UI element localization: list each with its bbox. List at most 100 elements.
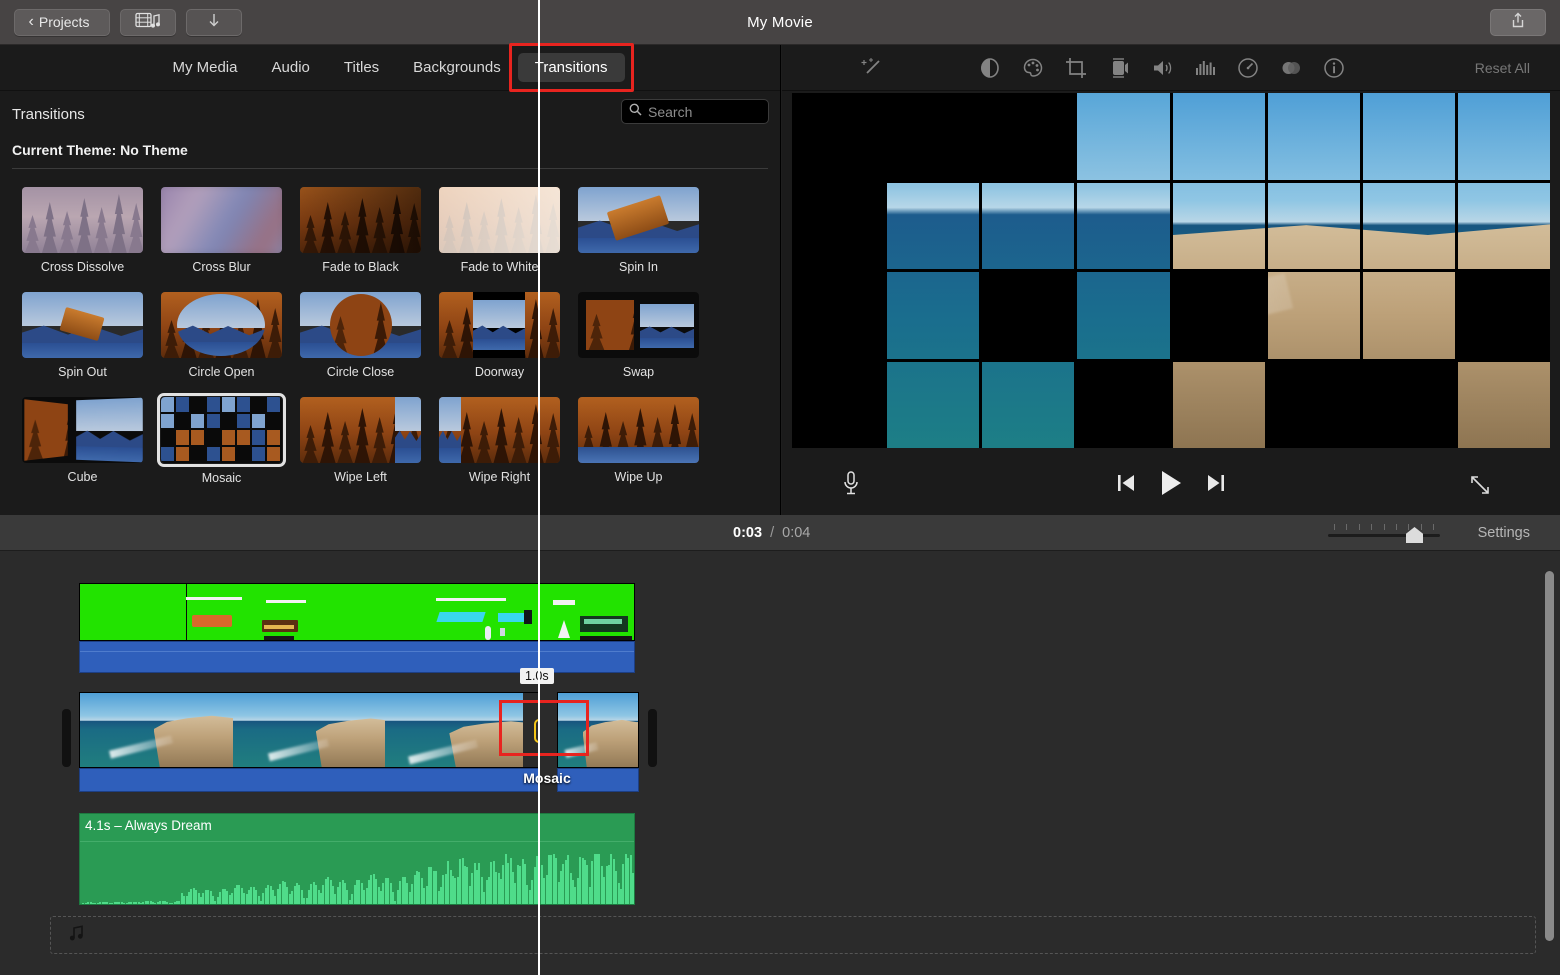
clip-split-line xyxy=(186,584,187,640)
total-time: 0:04 xyxy=(782,525,811,541)
transition-item-circle-close[interactable]: Circle Close xyxy=(300,292,421,379)
timeline-toolbar: 0:03 / 0:04 Settings xyxy=(0,515,1560,551)
timeline-settings-button[interactable]: Settings xyxy=(1478,525,1530,541)
transition-label: Cross Blur xyxy=(192,260,251,274)
transport-buttons xyxy=(1116,468,1226,503)
transition-thumbnail xyxy=(578,292,699,358)
video-preview[interactable] xyxy=(792,93,1550,448)
fullscreen-button[interactable] xyxy=(1468,473,1492,502)
clip-graphic xyxy=(553,600,575,605)
transition-item-wipe-up[interactable]: Wipe Up xyxy=(578,397,699,485)
tab-backgrounds[interactable]: Backgrounds xyxy=(396,53,518,82)
color-balance-icon[interactable] xyxy=(978,56,1002,80)
mosaic-tile xyxy=(1267,182,1360,269)
volume-icon[interactable] xyxy=(1150,56,1174,80)
timeline-clip-video-2[interactable] xyxy=(557,692,639,768)
transition-item-swap[interactable]: Swap xyxy=(578,292,699,379)
music-dropzone[interactable] xyxy=(50,916,1536,954)
transition-thumbnail xyxy=(300,292,421,358)
adjustment-icons xyxy=(978,45,1346,91)
skip-next-icon[interactable] xyxy=(1206,472,1226,499)
share-button[interactable] xyxy=(1490,9,1546,36)
mosaic-tile xyxy=(1172,182,1265,269)
transition-item-fade-white[interactable]: Fade to White xyxy=(439,187,560,274)
transition-item-cube[interactable]: Cube xyxy=(22,397,143,485)
transition-duration-badge: 1.0s xyxy=(520,668,554,684)
timeline[interactable]: 1.0s Mosaic 4.1s – Always Dream xyxy=(0,551,1560,975)
transition-item-wipe-left[interactable]: Wipe Left xyxy=(300,397,421,485)
page-title: My Movie xyxy=(747,13,813,31)
transition-item-mosaic[interactable]: Mosaic xyxy=(157,393,286,485)
record-voiceover-button[interactable] xyxy=(840,469,862,502)
magic-wand-icon[interactable] xyxy=(860,56,884,80)
transition-item-fade-black[interactable]: Fade to Black xyxy=(300,187,421,274)
mosaic-tile xyxy=(982,182,1075,269)
play-icon[interactable] xyxy=(1158,468,1184,503)
clip-graphic xyxy=(186,597,242,600)
transition-thumbnail xyxy=(161,292,282,358)
transition-label: Circle Open xyxy=(188,365,255,379)
tab-titles[interactable]: Titles xyxy=(327,53,396,82)
microphone-icon xyxy=(840,471,862,501)
mosaic-tile xyxy=(982,93,1075,180)
music-note-icon xyxy=(67,924,85,947)
transition-item-circle-open[interactable]: Circle Open xyxy=(161,292,282,379)
time-separator: / xyxy=(770,525,775,541)
equalizer-icon[interactable] xyxy=(1193,56,1217,80)
mosaic-tile xyxy=(1172,361,1265,448)
crop-icon[interactable] xyxy=(1064,56,1088,80)
color-correction-palette-icon[interactable] xyxy=(1021,56,1045,80)
viewer-panel: Reset All xyxy=(782,45,1560,515)
mosaic-tile xyxy=(1362,93,1455,180)
timeline-clip-green-screen[interactable] xyxy=(79,583,635,641)
timeline-vertical-scrollbar[interactable] xyxy=(1545,571,1554,941)
mosaic-tile xyxy=(1362,272,1455,359)
clip-graphic xyxy=(436,612,486,622)
audio-level-line xyxy=(80,651,634,652)
zoom-slider-track[interactable] xyxy=(1328,534,1440,537)
mosaic-tile xyxy=(792,182,885,269)
timeline-playhead[interactable] xyxy=(538,0,540,975)
tab-my-media[interactable]: My Media xyxy=(155,53,254,82)
transition-thumbnail xyxy=(578,397,699,463)
clip-trim-handle-right[interactable] xyxy=(648,709,657,767)
tab-audio[interactable]: Audio xyxy=(255,53,327,82)
transition-thumbnail xyxy=(161,397,282,463)
clip-trim-handle-left[interactable] xyxy=(62,709,71,767)
transition-item-dissolve[interactable]: Cross Dissolve xyxy=(22,187,143,274)
timeline-clip-video-1[interactable] xyxy=(79,692,539,768)
transition-label: Wipe Up xyxy=(614,470,663,484)
transition-label: Fade to White xyxy=(460,260,539,274)
timeline-zoom-slider[interactable] xyxy=(1328,524,1440,543)
skip-previous-icon[interactable] xyxy=(1116,472,1136,499)
info-icon[interactable] xyxy=(1322,56,1346,80)
transition-item-blur[interactable]: Cross Blur xyxy=(161,187,282,274)
timeline-video-row: 1.0s Mosaic xyxy=(79,668,640,792)
zoom-slider-ticks xyxy=(1334,524,1434,531)
filters-icon[interactable] xyxy=(1279,56,1303,80)
timeline-music-clip[interactable]: 4.1s – Always Dream xyxy=(79,813,635,905)
speed-gauge-icon[interactable] xyxy=(1236,56,1260,80)
timeline-transition-marker[interactable] xyxy=(523,693,538,767)
transition-thumbnail-wrap xyxy=(578,292,699,358)
stabilization-camera-icon[interactable] xyxy=(1107,56,1131,80)
title-bar: ‹ Projects My Movie xyxy=(0,0,1560,45)
transition-item-spin-out[interactable]: Spin Out xyxy=(22,292,143,379)
mosaic-tile xyxy=(982,361,1075,448)
viewer-toolbar: Reset All xyxy=(782,45,1560,91)
tab-transitions[interactable]: Transitions xyxy=(508,43,634,92)
transition-item-wipe-right[interactable]: Wipe Right xyxy=(439,397,560,485)
transition-thumbnail xyxy=(22,187,143,253)
reset-all-button[interactable]: Reset All xyxy=(1475,60,1530,76)
timeline-audio-bar-clip-1[interactable] xyxy=(79,768,539,792)
search-input[interactable] xyxy=(648,103,761,120)
search-field[interactable] xyxy=(621,99,769,124)
transition-item-doorway[interactable]: Doorway xyxy=(439,292,560,379)
transition-thumbnail xyxy=(300,397,421,463)
mosaic-tile xyxy=(887,182,980,269)
clip-graphic xyxy=(500,628,505,636)
transition-item-spin-in[interactable]: Spin In xyxy=(578,187,699,274)
browser-header: Transitions xyxy=(0,91,780,137)
mosaic-tile xyxy=(982,272,1075,359)
mosaic-tile xyxy=(1077,361,1170,448)
